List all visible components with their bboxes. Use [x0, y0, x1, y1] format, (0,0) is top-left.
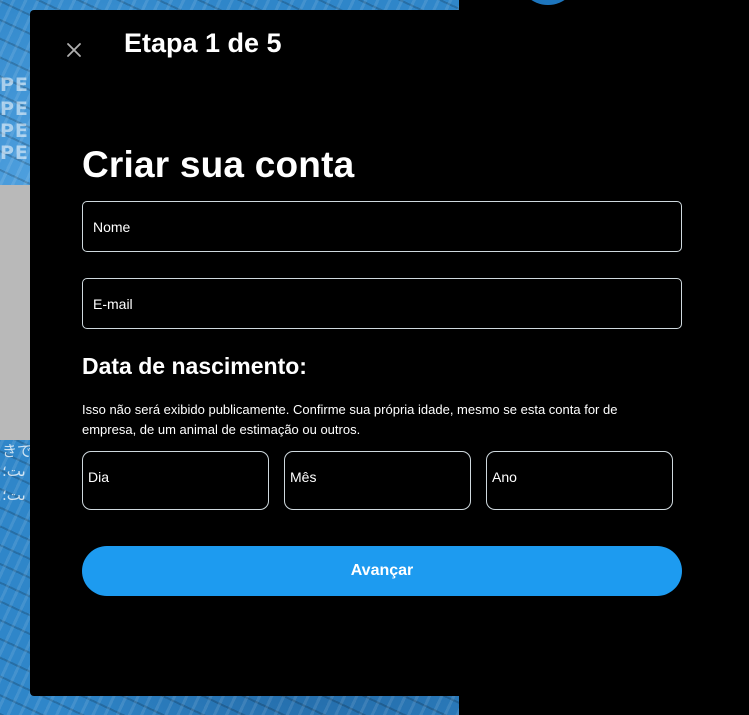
birthdate-heading: Data de nascimento: [82, 353, 307, 379]
background-decoration: きで [2, 442, 33, 460]
name-field[interactable]: Nome [82, 201, 682, 252]
year-select-label: Ano [492, 469, 517, 485]
background-decoration: ىت؛ [2, 462, 26, 480]
background-decoration [0, 185, 32, 440]
month-select[interactable]: Mês [284, 451, 471, 510]
signup-modal: Etapa 1 de 5 Criar sua conta Nome E-mail… [30, 10, 749, 696]
close-button[interactable] [58, 34, 90, 66]
close-icon [67, 43, 81, 57]
day-select-label: Dia [88, 469, 110, 485]
email-field[interactable]: E-mail [82, 278, 682, 329]
background-decoration: ىت؛ [2, 486, 26, 504]
next-button[interactable]: Avançar [82, 546, 682, 596]
step-indicator: Etapa 1 de 5 [124, 28, 282, 58]
name-input[interactable] [83, 202, 681, 251]
year-select[interactable]: Ano [486, 451, 673, 510]
birthdate-description: Isso não será exibido publicamente. Conf… [82, 402, 618, 437]
form-title: Criar sua conta [82, 144, 355, 185]
email-input[interactable] [83, 279, 681, 328]
day-select[interactable]: Dia [82, 451, 269, 510]
month-select-label: Mês [290, 469, 317, 485]
